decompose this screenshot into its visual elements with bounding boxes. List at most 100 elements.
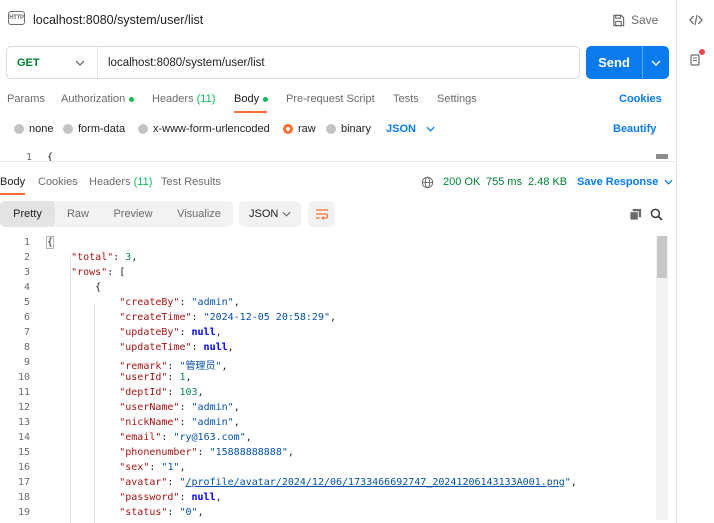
line-number: 3 bbox=[23, 267, 30, 278]
chevron-down-icon bbox=[426, 126, 435, 132]
documentation-icon[interactable] bbox=[687, 49, 705, 69]
beautify-link[interactable]: Beautify bbox=[613, 123, 656, 135]
response-body-viewer[interactable]: 1{ 2 "total": 3, 3 "rows": [ 4 { 5 "crea… bbox=[0, 236, 668, 523]
line-number: 14 bbox=[17, 432, 30, 443]
body-type-options: none form-data x-www-form-urlencoded raw… bbox=[0, 120, 676, 138]
tab-tests[interactable]: Tests bbox=[393, 93, 419, 105]
wrap-lines-icon bbox=[315, 209, 328, 220]
raw-format-label: JSON bbox=[386, 123, 416, 135]
copy-icon[interactable] bbox=[628, 207, 642, 221]
tab-response-cookies[interactable]: Cookies bbox=[38, 176, 78, 188]
response-format-select[interactable]: JSON bbox=[239, 201, 301, 227]
json-password: null bbox=[191, 492, 216, 503]
line-number: 7 bbox=[23, 327, 30, 338]
code-snippet-icon[interactable] bbox=[687, 11, 705, 29]
radio-form-data[interactable]: form-data bbox=[63, 123, 125, 135]
notification-dot bbox=[699, 49, 705, 55]
radio-raw[interactable]: raw bbox=[283, 123, 316, 135]
save-label: Save bbox=[631, 13, 659, 27]
code-line: 7 "updateBy": null, bbox=[0, 327, 656, 342]
view-pretty[interactable]: Pretty bbox=[0, 201, 55, 227]
line-number: 12 bbox=[17, 402, 30, 413]
request-tabs: Params Authorization Headers (11) Body P… bbox=[0, 88, 676, 113]
tab-headers-count: (11) bbox=[196, 93, 216, 105]
radio-binary-label: binary bbox=[341, 123, 371, 135]
line-number: 4 bbox=[23, 282, 30, 293]
save-response-button[interactable]: Save Response bbox=[577, 176, 673, 188]
tab-test-results-label: Test Results bbox=[161, 176, 221, 188]
line-number: 1 bbox=[26, 152, 33, 162]
tab-pre-request-script[interactable]: Pre-request Script bbox=[286, 93, 375, 105]
line-number: 17 bbox=[17, 477, 30, 488]
radio-form-data-label: form-data bbox=[78, 123, 126, 135]
chevron-down-icon bbox=[664, 179, 673, 185]
response-size[interactable]: 2.48 KB bbox=[528, 176, 567, 188]
raw-format-select[interactable]: JSON bbox=[386, 123, 435, 135]
request-body-editor[interactable]: 1 { bbox=[0, 150, 676, 162]
radio-none[interactable]: none bbox=[14, 123, 53, 135]
editor-scrollbar[interactable] bbox=[656, 154, 668, 159]
status-code[interactable]: 200 OK bbox=[443, 176, 480, 188]
send-options-chevron-icon[interactable] bbox=[643, 60, 669, 66]
view-preview[interactable]: Preview bbox=[101, 201, 165, 227]
radio-urlencoded[interactable]: x-www-form-urlencoded bbox=[138, 123, 270, 135]
line-number: 11 bbox=[17, 387, 30, 398]
send-label: Send bbox=[598, 55, 630, 70]
code-line: 4 { bbox=[0, 282, 656, 297]
code-line: 12 "userName": "admin", bbox=[0, 402, 656, 417]
globe-icon[interactable] bbox=[421, 176, 434, 189]
send-button[interactable]: Send bbox=[586, 46, 669, 79]
response-scrollbar[interactable] bbox=[656, 236, 668, 520]
tab-response-body-label: Body bbox=[0, 176, 26, 188]
json-userId: 1 bbox=[179, 372, 186, 383]
tab-response-body[interactable]: Body bbox=[0, 176, 25, 188]
tab-response-cookies-label: Cookies bbox=[38, 176, 78, 188]
save-button[interactable]: Save bbox=[612, 11, 658, 29]
code-line: 17 "avatar": "/profile/avatar/2024/12/06… bbox=[0, 477, 656, 492]
json-createTime: 2024-12-05 20:58:29 bbox=[209, 312, 324, 323]
response-time[interactable]: 755 ms bbox=[486, 176, 522, 188]
line-number: 5 bbox=[23, 297, 30, 308]
radio-binary[interactable]: binary bbox=[326, 123, 371, 135]
radio-urlencoded-label: x-www-form-urlencoded bbox=[153, 123, 270, 135]
tab-test-results[interactable]: Test Results bbox=[161, 176, 221, 188]
scrollbar-thumb[interactable] bbox=[657, 236, 667, 278]
modified-dot bbox=[263, 96, 269, 102]
tab-tests-label: Tests bbox=[393, 93, 419, 105]
tab-settings[interactable]: Settings bbox=[437, 93, 477, 105]
view-raw[interactable]: Raw bbox=[55, 201, 101, 227]
json-total: 3 bbox=[125, 252, 132, 263]
code-line: 14 "email": "ry@163.com", bbox=[0, 432, 656, 447]
search-icon[interactable] bbox=[649, 207, 663, 221]
radio-raw-label: raw bbox=[298, 123, 316, 135]
code-line: 5 "createBy": "admin", bbox=[0, 297, 656, 312]
code-line: 15 "phonenumber": "15888888888", bbox=[0, 447, 656, 462]
response-view-toolbar: Pretty Raw Preview Visualize JSON bbox=[0, 201, 676, 229]
line-number: 13 bbox=[17, 417, 30, 428]
code-line: 6 "createTime": "2024-12-05 20:58:29", bbox=[0, 312, 656, 327]
radio-circle bbox=[14, 124, 24, 134]
json-avatar-link[interactable]: /profile/avatar/2024/12/06/1733466692747… bbox=[186, 477, 565, 488]
json-deptId: 103 bbox=[179, 387, 198, 398]
line-number: 1 bbox=[23, 237, 30, 248]
tab-body[interactable]: Body bbox=[234, 93, 269, 105]
cookies-link[interactable]: Cookies bbox=[619, 93, 662, 105]
tab-response-headers[interactable]: Headers (11) bbox=[89, 176, 152, 188]
wrap-lines-button[interactable] bbox=[308, 201, 335, 227]
url-bar: GET bbox=[6, 46, 580, 79]
active-tab-indicator bbox=[234, 111, 267, 113]
request-title[interactable]: localhost:8080/system/user/list bbox=[33, 13, 203, 27]
url-input[interactable] bbox=[98, 56, 579, 69]
tab-authorization-label: Authorization bbox=[61, 93, 126, 105]
code-line: 2 "total": 3, bbox=[0, 252, 656, 267]
tab-params[interactable]: Params bbox=[7, 93, 45, 105]
code-line: 1{ bbox=[0, 236, 656, 252]
tab-headers[interactable]: Headers (11) bbox=[152, 93, 215, 105]
view-visualize[interactable]: Visualize bbox=[165, 201, 233, 227]
modified-dot bbox=[129, 96, 135, 102]
tab-authorization[interactable]: Authorization bbox=[61, 93, 135, 105]
http-request-icon: HTTP bbox=[8, 11, 25, 25]
line-number: 10 bbox=[17, 372, 30, 383]
method-select[interactable]: GET bbox=[7, 47, 98, 78]
tab-headers-label: Headers bbox=[152, 93, 194, 105]
